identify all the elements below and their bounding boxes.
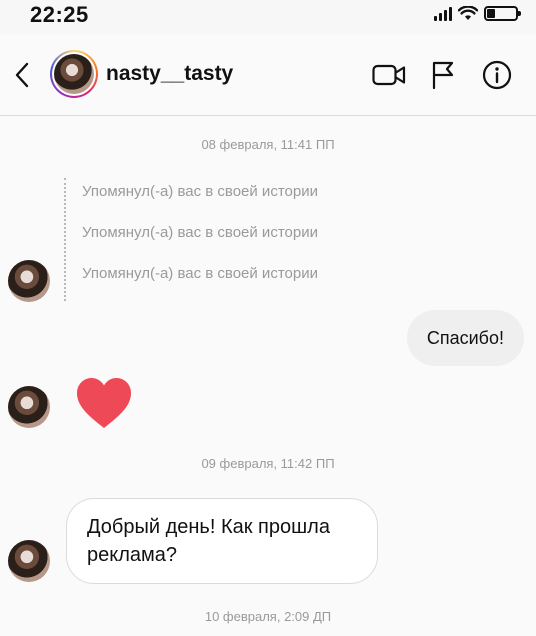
battery-icon [484,6,521,21]
flag-icon [432,61,454,89]
heart-icon[interactable] [74,374,134,434]
chat-header: nasty__tasty [0,34,536,116]
info-button[interactable] [480,60,514,90]
info-icon [482,60,512,90]
story-mention-text[interactable]: Упомянул(-а) вас в своей истории [82,260,318,301]
video-call-button[interactable] [372,60,406,90]
back-chevron-icon [15,62,29,88]
video-camera-icon [372,64,406,86]
message-timestamp: 08 февраля, 11:41 ПП [201,137,335,152]
back-button[interactable] [8,58,36,92]
avatar-image [54,54,94,94]
outgoing-message-bubble[interactable]: Спасибо! [406,310,524,366]
report-button[interactable] [426,60,460,90]
username[interactable]: nasty__tasty [106,62,233,86]
story-mentions: Упомянул(-а) вас в своей истории Упомяну… [64,178,318,301]
status-time: 22:25 [30,2,89,27]
status-bar: 22:25 [0,0,536,34]
message-timestamp: 09 февраля, 11:42 ПП [201,456,335,471]
incoming-message-bubble[interactable]: Добрый день! Как прошла реклама? [66,498,378,584]
message-timestamp: 10 февраля, 2:09 ДП [204,609,332,624]
sender-avatar[interactable] [8,540,50,582]
story-mention-text[interactable]: Упомянул(-а) вас в своей истории [82,178,318,219]
wifi-icon [458,6,478,20]
sender-avatar[interactable] [8,386,50,428]
status-icons [434,6,521,21]
profile-avatar[interactable] [50,50,98,98]
sender-avatar[interactable] [8,260,50,302]
story-mention-text[interactable]: Упомянул(-а) вас в своей истории [82,219,318,260]
cellular-signal-icon [434,6,452,21]
battery-fill [487,9,496,18]
